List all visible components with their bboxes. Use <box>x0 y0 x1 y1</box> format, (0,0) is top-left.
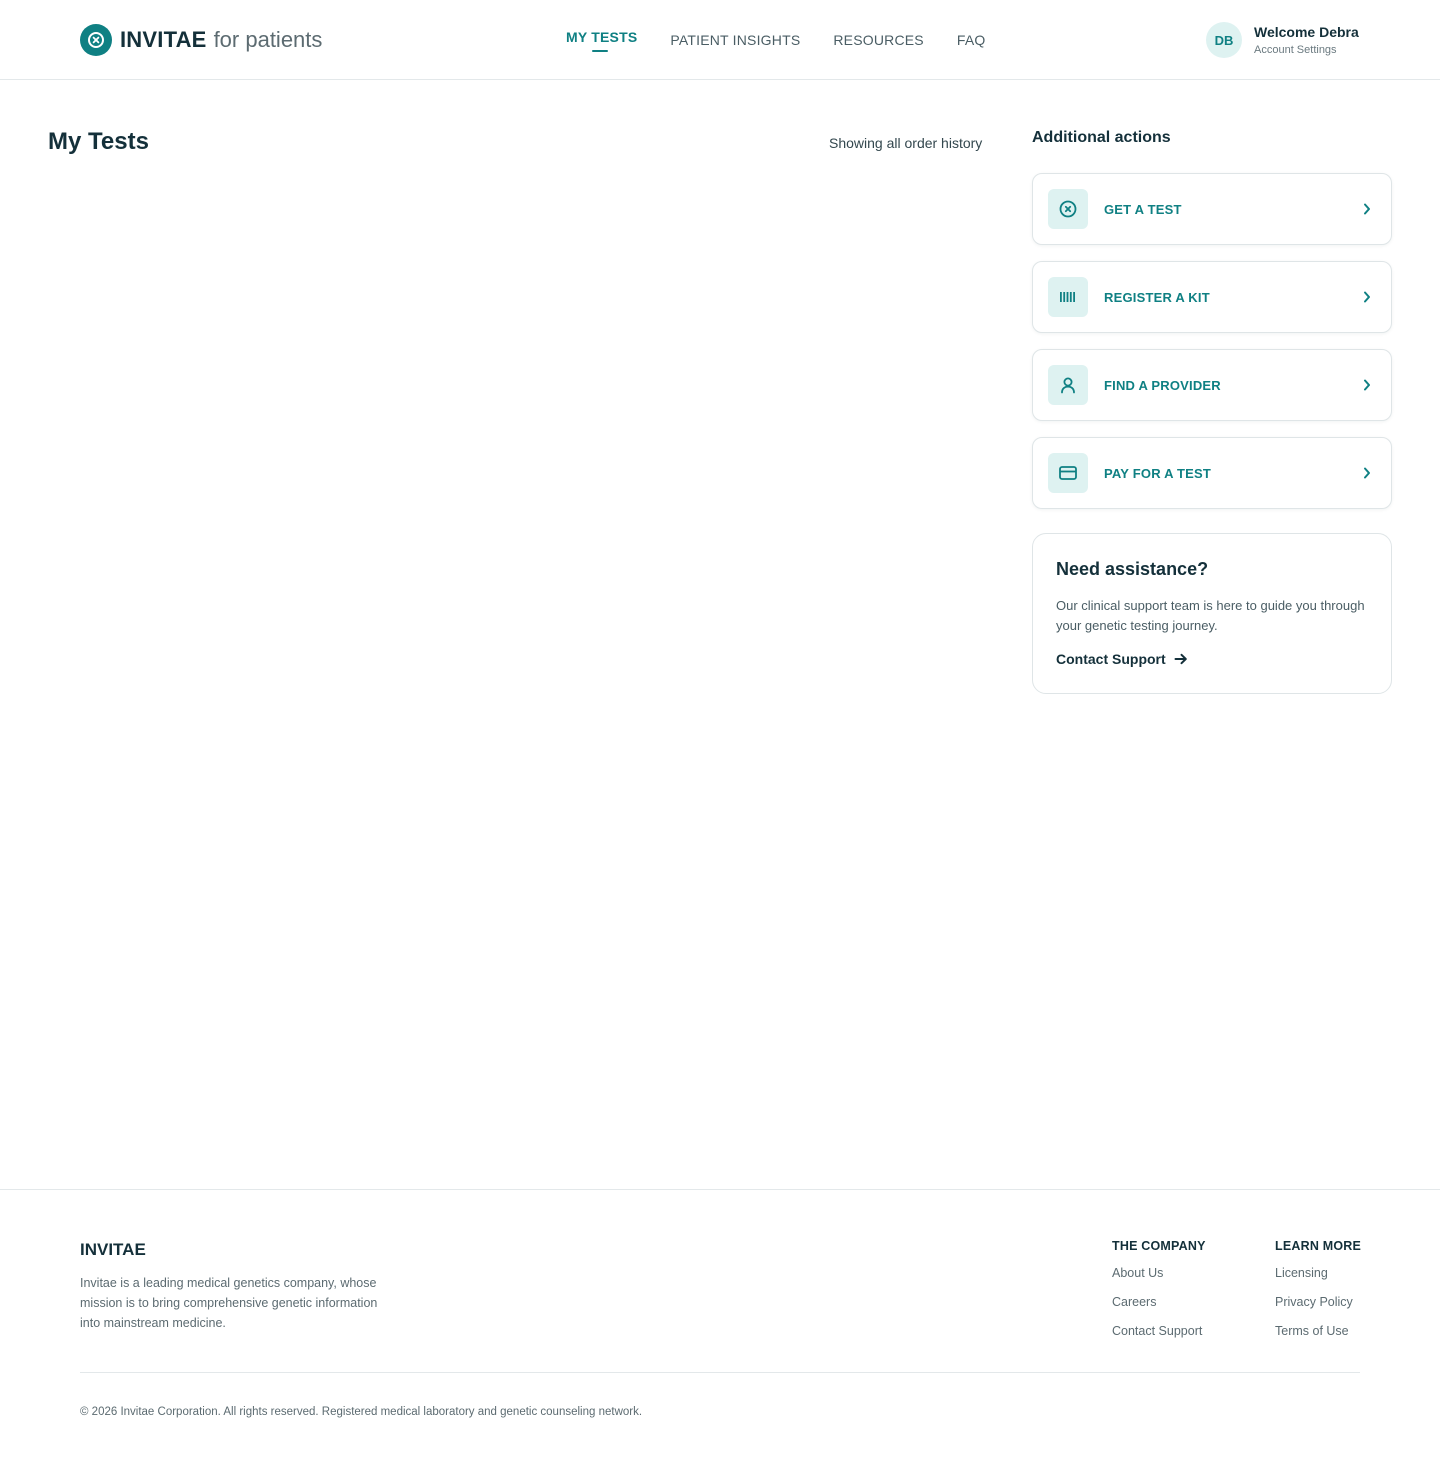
main-nav: MY TESTS PATIENT INSIGHTS RESOURCES FAQ <box>566 27 1018 54</box>
chevron-right-icon <box>1359 377 1375 393</box>
action-label: GET A TEST <box>1104 201 1182 217</box>
credit-card-icon <box>1048 453 1088 493</box>
chevron-right-icon <box>1359 289 1375 305</box>
user-menu[interactable]: DB Welcome Debra Account Settings <box>1206 22 1359 58</box>
pay-for-a-test-button[interactable]: PAY FOR A TEST <box>1032 437 1392 509</box>
nav-my-tests[interactable]: MY TESTS <box>566 27 637 52</box>
nav-faq[interactable]: FAQ <box>957 30 986 54</box>
chevron-right-icon <box>1359 201 1375 217</box>
copyright: © 2026 Invitae Corporation. All rights r… <box>80 1406 643 1418</box>
footer-description: Invitae is a leading medical genetics co… <box>80 1276 378 1330</box>
assistance-text: Our clinical support team is here to gui… <box>1056 598 1365 633</box>
order-history-label: Showing all order history <box>829 135 983 151</box>
brand-suffix: for patients <box>213 27 323 52</box>
welcome-text: Welcome Debra <box>1254 24 1359 40</box>
account-settings-link[interactable]: Account Settings <box>1254 42 1359 58</box>
footer-link-careers[interactable]: Careers <box>1112 1294 1206 1310</box>
brand-logo[interactable]: INVITAE for patients <box>80 24 322 56</box>
footer-column-title: THE COMPANY <box>1112 1239 1206 1253</box>
action-label: FIND A PROVIDER <box>1104 377 1221 393</box>
person-icon <box>1048 365 1088 405</box>
nav-resources[interactable]: RESOURCES <box>833 30 923 54</box>
footer-brand: INVITAE <box>80 1240 146 1259</box>
additional-actions-title: Additional actions <box>1032 129 1171 146</box>
footer-column-title: LEARN MORE <box>1275 1239 1362 1253</box>
arrow-right-icon <box>1174 653 1187 665</box>
nav-patient-insights[interactable]: PATIENT INSIGHTS <box>670 30 800 54</box>
footer-link-about-us[interactable]: About Us <box>1112 1265 1206 1281</box>
site-header: INVITAE for patients MY TESTS PATIENT IN… <box>0 0 1440 80</box>
contact-support-label: Contact Support <box>1056 651 1166 667</box>
footer-column-company: THE COMPANY About Us Careers Contact Sup… <box>1112 1238 1206 1352</box>
get-a-test-button[interactable]: GET A TEST <box>1032 173 1392 245</box>
invitae-mark-icon <box>1048 189 1088 229</box>
footer-divider <box>80 1372 1360 1373</box>
find-a-provider-button[interactable]: FIND A PROVIDER <box>1032 349 1392 421</box>
chevron-right-icon <box>1359 465 1375 481</box>
action-label: REGISTER A KIT <box>1104 289 1210 305</box>
invitae-logo-icon <box>80 24 112 56</box>
assistance-title: Need assistance? <box>1056 559 1209 579</box>
brand-name: INVITAE <box>120 27 207 52</box>
register-a-kit-button[interactable]: REGISTER A KIT <box>1032 261 1392 333</box>
footer-link-privacy-policy[interactable]: Privacy Policy <box>1275 1294 1361 1310</box>
site-footer: INVITAE Invitae is a leading medical gen… <box>0 1189 1440 1461</box>
footer-link-terms-of-use[interactable]: Terms of Use <box>1275 1323 1361 1339</box>
barcode-icon <box>1048 277 1088 317</box>
assistance-card: Need assistance? Our clinical support te… <box>1032 533 1392 694</box>
footer-column-learn-more: LEARN MORE Licensing Privacy Policy Term… <box>1275 1238 1361 1352</box>
avatar[interactable]: DB <box>1206 22 1242 58</box>
footer-link-licensing[interactable]: Licensing <box>1275 1265 1361 1281</box>
action-label: PAY FOR A TEST <box>1104 465 1212 481</box>
footer-link-contact-support[interactable]: Contact Support <box>1112 1323 1206 1339</box>
contact-support-link[interactable]: Contact Support <box>1056 651 1368 667</box>
user-info: Welcome Debra Account Settings <box>1254 22 1359 58</box>
page-title: My Tests <box>48 128 149 155</box>
